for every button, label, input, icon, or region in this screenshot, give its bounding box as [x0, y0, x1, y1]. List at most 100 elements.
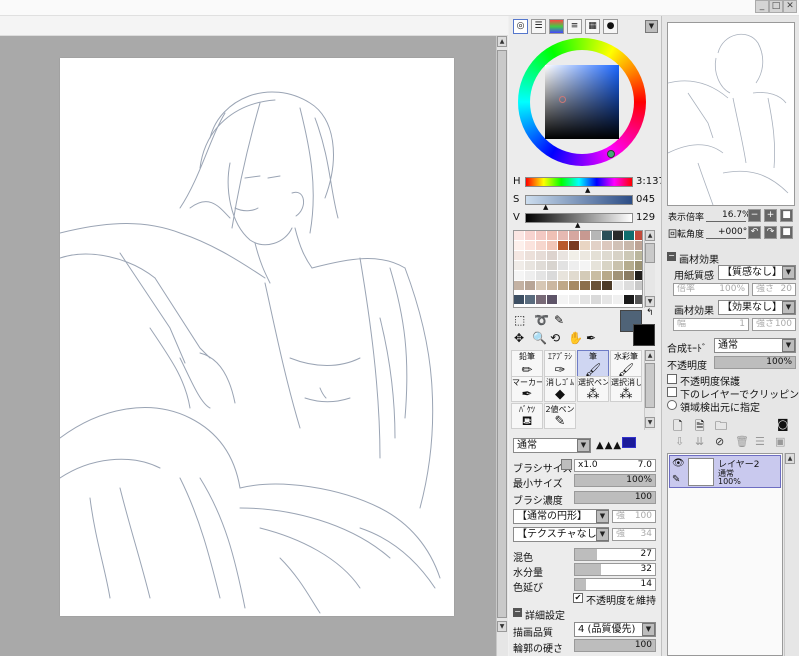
texture-arrow[interactable]: ▼: [596, 528, 609, 541]
tool-bucket[interactable]: ﾊﾞｹﾂ ⛾: [511, 403, 543, 429]
rotate-icon[interactable]: ⟲: [550, 331, 560, 345]
effect-strength-slider[interactable]: 強さ 100: [752, 318, 796, 331]
tool-scroll-thumb[interactable]: [645, 363, 655, 408]
layer-scrollbar[interactable]: ▲: [784, 453, 796, 656]
brush-size-arrow[interactable]: [561, 459, 572, 470]
swatch-scroll-thumb[interactable]: [645, 243, 655, 263]
stretch-slider[interactable]: 14: [574, 578, 656, 591]
layer-opacity-slider[interactable]: 100%: [714, 356, 796, 369]
zoom-reset-button[interactable]: ■: [780, 209, 793, 222]
tool-marker[interactable]: マーカー ✒: [511, 376, 543, 402]
clear-layer-icon[interactable]: ⊘: [715, 435, 724, 448]
transfer-down-icon[interactable]: ⇩: [675, 435, 684, 448]
hue-cursor[interactable]: [607, 150, 615, 158]
keep-opacity-checkbox[interactable]: ✔: [573, 593, 583, 603]
clipping-checkbox[interactable]: [667, 387, 677, 397]
rotate-reset-button[interactable]: ■: [780, 226, 793, 239]
brush-hard-icon[interactable]: ▲: [596, 440, 605, 451]
protect-opacity-checkbox[interactable]: [667, 374, 677, 384]
rect-select-icon[interactable]: ⬚: [514, 313, 525, 327]
sv-cursor[interactable]: [559, 96, 566, 103]
tool-binary-pen[interactable]: 2値ペン ✎: [544, 403, 576, 429]
layer-props-icon[interactable]: ☰: [755, 435, 765, 448]
hsv-slider-mode-icon[interactable]: ☰: [531, 19, 546, 34]
canvas-viewport[interactable]: [0, 36, 496, 656]
edge-hardness-slider[interactable]: 100: [574, 639, 656, 652]
canvas-paper[interactable]: [59, 58, 454, 616]
paper-strength-slider[interactable]: 強さ 20: [752, 283, 796, 296]
brush-size-slider[interactable]: x1.0 7.0: [574, 459, 656, 472]
texture-strength-slider[interactable]: 強 34: [612, 528, 656, 541]
mix-slider[interactable]: 27: [574, 548, 656, 561]
scroll-thumb[interactable]: [497, 50, 507, 618]
color-bars-mode-icon[interactable]: ≡: [567, 19, 582, 34]
selection-source-radio[interactable]: [667, 400, 677, 410]
color-panel-menu-button[interactable]: ▼: [645, 20, 658, 33]
tool-scroll-down[interactable]: ▼: [645, 417, 655, 428]
eyedropper-icon[interactable]: ✒: [586, 331, 596, 345]
swatch-scroll-up[interactable]: ▲: [645, 230, 655, 241]
hand-icon[interactable]: ✋: [568, 331, 583, 345]
lasso-icon[interactable]: ➰: [534, 313, 549, 327]
h-slider[interactable]: [525, 177, 633, 187]
brush-shape-select[interactable]: 【通常の円形】: [513, 509, 609, 524]
collapse-effect-icon[interactable]: −: [667, 252, 676, 261]
tool-select-eraser[interactable]: 選択消し ⁂: [610, 376, 642, 402]
texture-select[interactable]: 【テクスチャなし】: [513, 527, 609, 542]
paper-scale-slider[interactable]: 倍率 100%: [673, 283, 749, 296]
brush-soft-icon[interactable]: ▲: [613, 440, 622, 451]
close-button[interactable]: ✕: [783, 0, 797, 13]
delete-layer-icon[interactable]: 🗑: [735, 435, 749, 448]
layer-scroll-up[interactable]: ▲: [785, 453, 795, 464]
layer-row[interactable]: 👁 ✎ レイヤー2 通常 100%: [669, 455, 781, 488]
layer-blend-arrow[interactable]: ▼: [782, 339, 795, 352]
shape-strength-slider[interactable]: 強 100: [612, 510, 656, 523]
effect-width-slider[interactable]: 幅 1: [673, 318, 749, 331]
quality-arrow[interactable]: ▼: [642, 623, 655, 636]
collapse-advanced-icon[interactable]: −: [513, 608, 522, 617]
zoom-out-button[interactable]: −: [748, 209, 761, 222]
zoom-icon[interactable]: 🔍: [532, 331, 547, 345]
merge-down-icon[interactable]: ⇊: [695, 435, 704, 448]
blend-mode-arrow[interactable]: ▼: [577, 439, 590, 452]
effect-arrow[interactable]: ▼: [782, 301, 795, 314]
scroll-down-button[interactable]: ▼: [497, 621, 507, 632]
density-slider[interactable]: 100: [574, 491, 656, 504]
scratchpad-mode-icon[interactable]: ●: [603, 19, 618, 34]
visibility-eye-icon[interactable]: 👁: [672, 458, 685, 469]
brush-flat-icon[interactable]: [622, 437, 637, 448]
minimize-button[interactable]: _: [755, 0, 769, 13]
scroll-up-button[interactable]: ▲: [497, 36, 507, 47]
water-slider[interactable]: 32: [574, 563, 656, 576]
rotate-right-button[interactable]: ↷: [764, 226, 777, 239]
magic-wand-icon[interactable]: ✎: [554, 313, 564, 327]
rgb-slider-mode-icon[interactable]: [549, 19, 564, 34]
s-slider[interactable]: [525, 195, 633, 205]
saturation-value-square[interactable]: [545, 65, 619, 139]
zoom-slider[interactable]: [706, 221, 746, 222]
sub-color-chip[interactable]: [633, 324, 655, 346]
rotate-left-button[interactable]: ↶: [748, 226, 761, 239]
swatch-scrollbar[interactable]: ▲ ▼: [644, 230, 655, 308]
navigator-preview[interactable]: [667, 22, 795, 206]
min-size-slider[interactable]: 100%: [574, 474, 656, 487]
layer-lock-icon[interactable]: ▣: [775, 435, 785, 448]
swatch-scroll-down[interactable]: ▼: [645, 296, 655, 307]
brush-shape-presets[interactable]: ▲▲▲: [596, 437, 658, 454]
swap-colors-icon[interactable]: ↰: [646, 308, 654, 318]
rotate-slider[interactable]: [706, 238, 746, 239]
restore-button[interactable]: □: [769, 0, 783, 13]
canvas-scrollbar[interactable]: ▲ ▼: [496, 36, 508, 656]
tool-select-pen[interactable]: 選択ペン ⁂: [577, 376, 609, 402]
tool-scrollbar[interactable]: ▲ ▼: [644, 350, 655, 430]
move-icon[interactable]: ✥: [514, 331, 524, 345]
swatch-grid[interactable]: [513, 230, 643, 308]
tool-eraser[interactable]: 消しｺﾞﾑ ◆: [544, 376, 576, 402]
paper-texture-arrow[interactable]: ▼: [782, 266, 795, 279]
swatch-grid-mode-icon[interactable]: ▦: [585, 19, 600, 34]
color-wheel-mode-icon[interactable]: ◎: [513, 19, 528, 34]
layer-mask-icon[interactable]: ◙: [777, 417, 789, 431]
brush-shape-arrow[interactable]: ▼: [596, 510, 609, 523]
zoom-in-button[interactable]: +: [764, 209, 777, 222]
tool-scroll-up[interactable]: ▲: [645, 350, 655, 361]
